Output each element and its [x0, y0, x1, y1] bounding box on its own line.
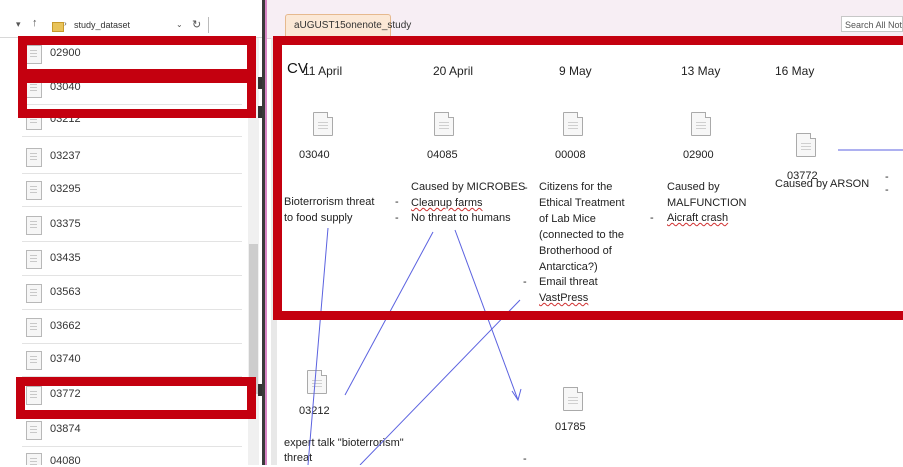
- connector-arrows: [307, 149, 903, 465]
- connector-line: [454, 229, 519, 401]
- connector-line: [344, 231, 434, 396]
- connector-line: [359, 299, 521, 465]
- arrowhead-icon: [511, 388, 522, 402]
- connector-line: [307, 227, 329, 465]
